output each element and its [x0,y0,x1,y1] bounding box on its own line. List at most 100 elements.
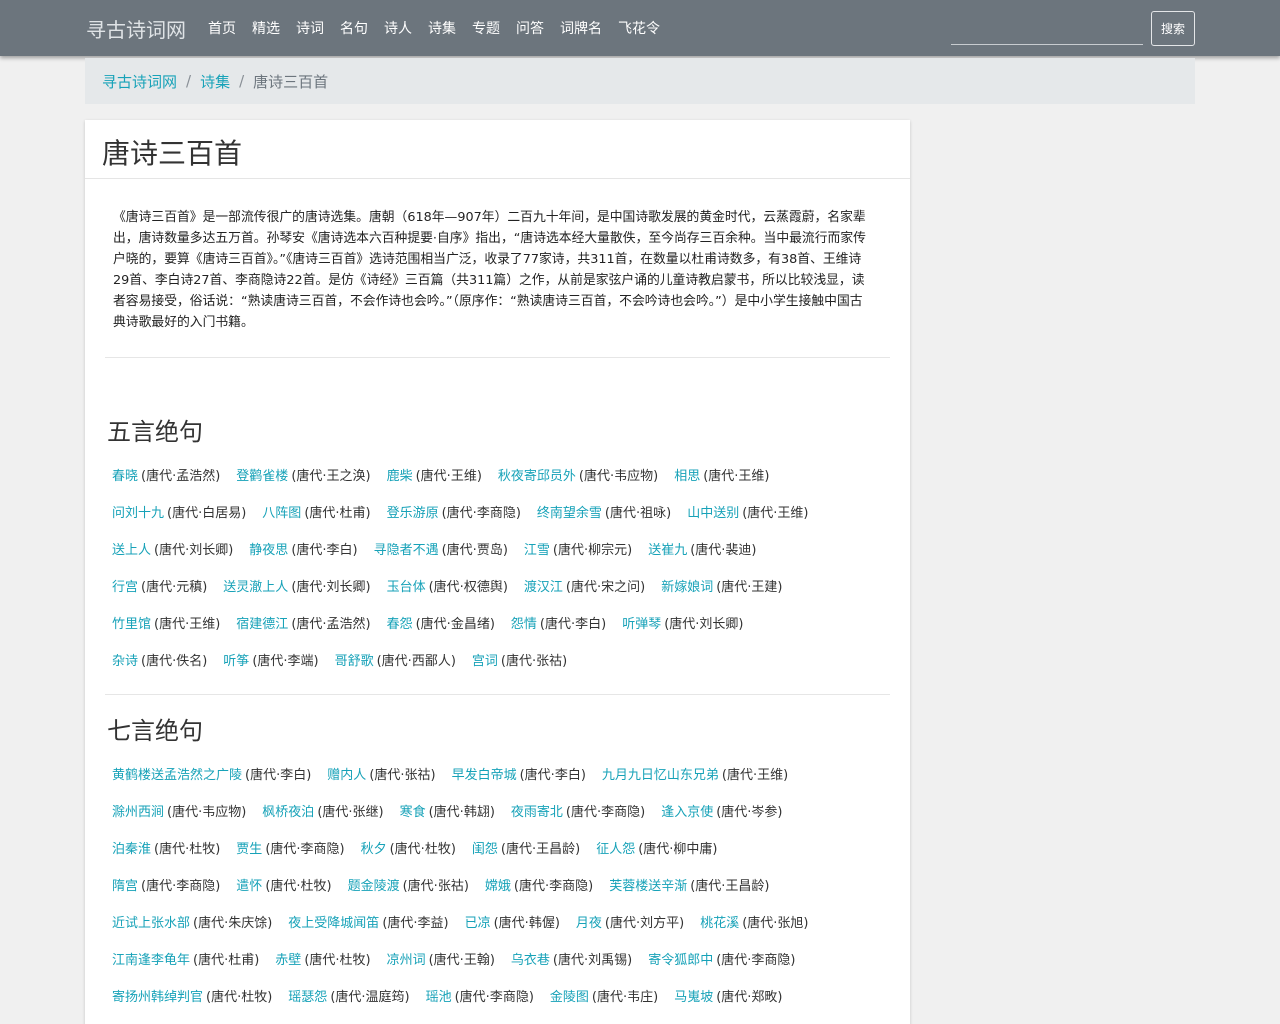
poem-title-link[interactable]: 春晓 [112,469,138,484]
poem-title-link[interactable]: 玉台体 [387,580,426,595]
poem-title-link[interactable]: 春怨 [387,617,413,632]
poem-title-link[interactable]: 送上人 [112,543,151,558]
poem-list-item: 夜上受降城闻笛 (唐代·李益) [288,905,448,942]
poem-title-link[interactable]: 瑶池 [426,990,452,1005]
nav-link-topics[interactable]: 专题 [472,18,500,38]
poem-title-link[interactable]: 寒食 [400,805,426,820]
poem-list-item: 听弹琴 (唐代·刘长卿) [622,606,743,643]
poem-list-item: 终南望余雪 (唐代·祖咏) [537,495,671,532]
nav-link-quotes[interactable]: 名句 [340,18,368,38]
poem-title-link[interactable]: 马嵬坡 [674,990,713,1005]
poem-title-link[interactable]: 泊秦淮 [112,842,151,857]
poem-list-qiyan-jueju: 黄鹤楼送孟浩然之广陵 (唐代·李白) 赠内人 (唐代·张祜) 早发白帝城 (唐代·李白) 九… [112,757,882,1024]
page-title: 唐诗三百首 [102,137,243,170]
poem-title-link[interactable]: 竹里馆 [112,617,151,632]
poem-title-link[interactable]: 行宫 [112,580,138,595]
poem-title-link[interactable]: 秋夜寄邱员外 [498,469,576,484]
poem-title-link[interactable]: 芙蓉楼送辛渐 [609,879,687,894]
poem-title-link[interactable]: 闺怨 [472,842,498,857]
poem-title-link[interactable]: 题金陵渡 [348,879,400,894]
poem-title-link[interactable]: 夜雨寄北 [511,805,563,820]
poem-title-link[interactable]: 桃花溪 [700,916,739,931]
poem-list-item: 赤壁 (唐代·杜牧) [275,942,370,979]
poem-title-link[interactable]: 瑶瑟怨 [288,990,327,1005]
nav-link-home[interactable]: 首页 [208,18,236,38]
poem-title-link[interactable]: 听筝 [223,654,249,669]
poem-author: (唐代·王建) [716,580,783,595]
poem-title-link[interactable]: 怨情 [511,617,537,632]
nav-link-poems[interactable]: 诗词 [296,18,324,38]
nav-link-collections[interactable]: 诗集 [428,18,456,38]
poem-title-link[interactable]: 江雪 [524,543,550,558]
poem-title-link[interactable]: 新嫁娘词 [661,580,713,595]
poem-title-link[interactable]: 登乐游原 [387,506,439,521]
nav-link-featured[interactable]: 精选 [252,18,280,38]
poem-title-link[interactable]: 寄扬州韩绰判官 [112,990,203,1005]
poem-title-link[interactable]: 夜上受降城闻笛 [288,916,379,931]
poem-title-link[interactable]: 近试上张水部 [112,916,190,931]
poem-title-link[interactable]: 遣怀 [236,879,262,894]
breadcrumb-section-link[interactable]: 诗集 [200,71,230,92]
poem-title-link[interactable]: 江南逢李龟年 [112,953,190,968]
poem-title-link[interactable]: 问刘十九 [112,506,164,521]
poem-title-link[interactable]: 黄鹤楼送孟浩然之广陵 [112,768,242,783]
poem-title-link[interactable]: 终南望余雪 [537,506,602,521]
poem-title-link[interactable]: 九月九日忆山东兄弟 [602,768,719,783]
poem-list-item: 凉州词 (唐代·王翰) [387,942,495,979]
poem-title-link[interactable]: 征人怨 [596,842,635,857]
poem-author: (唐代·宋之问) [565,580,646,595]
poem-list-item: 寻隐者不遇 (唐代·贾岛) [374,532,508,569]
poem-author: (唐代·王昌龄) [690,879,770,894]
nav-link-cipai[interactable]: 词牌名 [560,18,602,38]
nav-link-qa[interactable]: 问答 [516,18,544,38]
poem-title-link[interactable]: 赤壁 [275,953,301,968]
nav-link-feihualing[interactable]: 飞花令 [618,18,660,38]
poem-title-link[interactable]: 渡汉江 [524,580,563,595]
poem-list-item: 为有(唐代·李商隐) [665,1016,773,1024]
poem-title-link[interactable]: 赠内人 [327,768,366,783]
poem-author: (唐代·韩偓) [493,916,560,931]
poem-title-link[interactable]: 秋夕 [361,842,387,857]
poem-title-link[interactable]: 相思 [674,469,700,484]
poem-title-link[interactable]: 寄令狐郎中 [648,953,713,968]
poem-author: (唐代·李商隐) [513,879,594,894]
poem-title-link[interactable]: 月夜 [576,916,602,931]
poem-title-link[interactable]: 送灵澈上人 [223,580,288,595]
poem-title-link[interactable]: 金陵图 [550,990,589,1005]
search-button[interactable]: 搜索 [1151,11,1195,46]
poem-list-item: 黄鹤楼送孟浩然之广陵 (唐代·李白) [112,757,311,794]
poem-author: (唐代·裴迪) [690,543,757,558]
poem-title-link[interactable]: 隋宫 [112,879,138,894]
brand-logo-link[interactable]: 寻古诗词网 [86,14,186,43]
poem-title-link[interactable]: 宫词 [472,654,498,669]
poem-title-link[interactable]: 听弹琴 [622,617,661,632]
poem-title-link[interactable]: 乌衣巷 [511,953,550,968]
poem-list-item: 问刘十九 (唐代·白居易) [112,495,246,532]
poem-title-link[interactable]: 杂诗 [112,654,138,669]
search-input[interactable] [951,15,1143,45]
poem-title-link[interactable]: 枫桥夜泊 [262,805,314,820]
poem-title-link[interactable]: 山中送别 [687,506,739,521]
poem-title-link[interactable]: 逢入京使 [661,805,713,820]
poem-title-link[interactable]: 鹿柴 [387,469,413,484]
poem-title-link[interactable]: 登鹳雀楼 [236,469,288,484]
poem-title-link[interactable]: 八阵图 [262,506,301,521]
poem-list-item: 玉台体 (唐代·权德舆) [387,569,508,606]
poem-author: (唐代·李白) [519,768,586,783]
poem-title-link[interactable]: 宿建德江 [236,617,288,632]
poem-title-link[interactable]: 寻隐者不遇 [374,543,439,558]
poem-list-item: 送上人 (唐代·刘长卿) [112,532,233,569]
poem-title-link[interactable]: 静夜思 [249,543,288,558]
section-title-qiyan-jueju: 七言绝句 [107,717,203,745]
poem-title-link[interactable]: 哥舒歌 [335,654,374,669]
poem-title-link[interactable]: 嫦娥 [485,879,511,894]
poem-title-link[interactable]: 滁州西涧 [112,805,164,820]
poem-author: (唐代·李商隐) [716,953,796,968]
poem-title-link[interactable]: 已凉 [465,916,491,931]
poem-title-link[interactable]: 贾生 [236,842,262,857]
poem-title-link[interactable]: 凉州词 [387,953,426,968]
breadcrumb-home-link[interactable]: 寻古诗词网 [102,71,177,92]
poem-title-link[interactable]: 早发白帝城 [452,768,517,783]
poem-title-link[interactable]: 送崔九 [648,543,687,558]
nav-link-poets[interactable]: 诗人 [384,18,412,38]
